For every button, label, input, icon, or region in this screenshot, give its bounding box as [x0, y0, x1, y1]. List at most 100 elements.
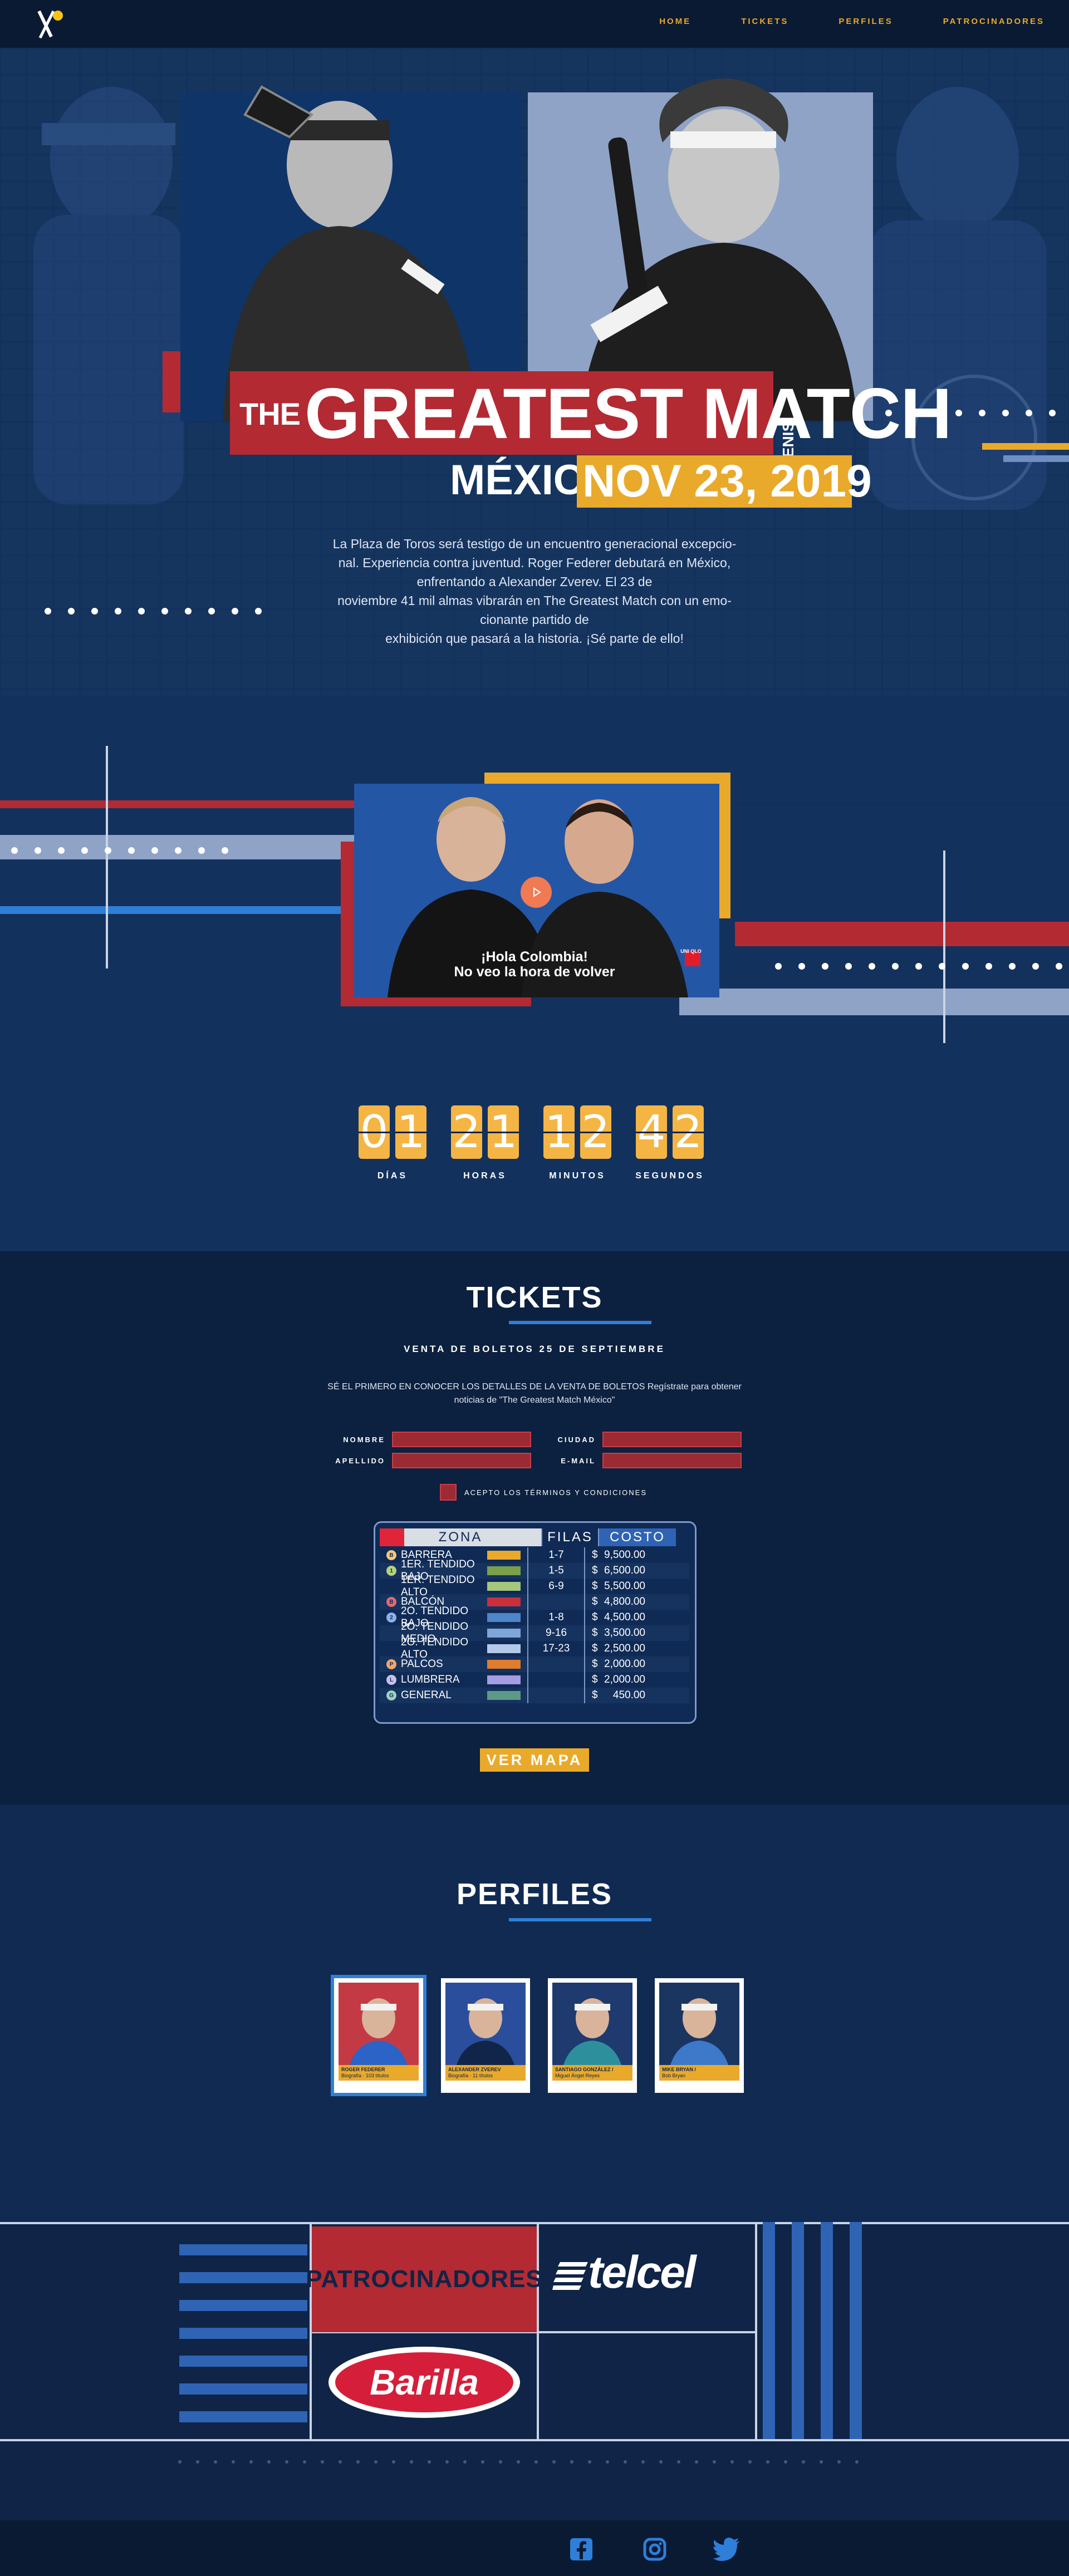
- ciudad-label: CIUDAD: [557, 1435, 596, 1444]
- price-table-content: ZONA FILAS COSTO B BARRERA 1-7 $9,500.00 1 1E…: [380, 1527, 689, 1703]
- profile-sub: Biografía · 103 títulos: [341, 2073, 389, 2078]
- profiles-title: PERFILES: [456, 1877, 613, 1911]
- logo-icon[interactable]: [35, 7, 70, 41]
- zone-filas: 1-8: [527, 1610, 584, 1625]
- zone-dot-icon: 2: [386, 1613, 396, 1623]
- profile-cards: ROGER FEDERER Biografía · 103 títulos ALEX…: [334, 1978, 744, 2093]
- nav-home[interactable]: HOME: [659, 17, 691, 26]
- facebook-icon[interactable]: [569, 2537, 594, 2562]
- video-caption-line1: ¡Hola Colombia!: [481, 949, 588, 965]
- telcel-wordmark: telcel: [588, 2247, 697, 2298]
- zone-name: 2O. TENDIDO ALTO: [401, 1636, 469, 1660]
- field-row-nombre: NOMBRE: [318, 1432, 531, 1447]
- price-row: 1ER. TENDIDO ALTO 6-9 $5,500.00: [380, 1574, 689, 1598]
- profile-card[interactable]: ROGER FEDERER Biografía · 103 títulos: [334, 1978, 423, 2093]
- barilla-wordmark: Barilla: [335, 2352, 513, 2412]
- profile-sub: Bob Bryan: [662, 2073, 686, 2078]
- dots-decoration-mid-left: [11, 847, 228, 854]
- zone-cost: $3,500.00: [584, 1625, 662, 1641]
- zone-dot-icon: L: [386, 1675, 396, 1685]
- play-button[interactable]: [521, 877, 552, 908]
- zone-dot-icon: [386, 1644, 396, 1654]
- profile-photo: ROGER FEDERER Biografía · 103 títulos: [339, 1983, 419, 2081]
- tickets-note: SÉ EL PRIMERO EN CONOCER LOS DETALLES DE…: [301, 1380, 768, 1407]
- currency-symbol: $: [592, 1658, 598, 1670]
- zone-swatch: [487, 1691, 521, 1700]
- field-row-apellido: APELLIDO: [318, 1453, 531, 1468]
- zone-swatch: [487, 1613, 521, 1622]
- profile-card[interactable]: MIKE BRYAN / Bob Bryan: [655, 1978, 744, 2093]
- barilla-logo[interactable]: Barilla: [328, 2347, 520, 2418]
- ver-mapa-button[interactable]: VER MAPA: [480, 1748, 589, 1772]
- nav-perfiles[interactable]: PERFILES: [838, 17, 893, 26]
- terms-label: ACEPTO LOS TÉRMINOS Y CONDICIONES: [464, 1488, 647, 1497]
- countdown-seconds: 4 2 SEGUNDOS: [634, 1105, 706, 1181]
- countdown-digit: 1: [395, 1105, 426, 1159]
- play-icon: [533, 887, 541, 897]
- countdown-digit: 0: [359, 1105, 390, 1159]
- nombre-input[interactable]: [392, 1432, 531, 1447]
- field-row-ciudad: CIUDAD: [529, 1432, 742, 1447]
- countdown-label: SEGUNDOS: [635, 1171, 704, 1181]
- profile-photo: ALEXANDER ZVEREV Biografía · 11 títulos: [445, 1983, 526, 2081]
- cost-value: 2,000.00: [604, 1674, 645, 1685]
- profile-name-band: SANTIAGO GONZÁLEZ / Miguel Ángel Reyes: [552, 2065, 632, 2081]
- instagram-icon[interactable]: [643, 2537, 667, 2562]
- price-row: G GENERAL $450.00: [380, 1688, 689, 1703]
- tickets-note-line2: noticias de "The Greatest Match México": [454, 1395, 615, 1405]
- ciudad-input[interactable]: [602, 1432, 742, 1447]
- footer: [0, 2520, 1069, 2576]
- cost-value: 5,500.00: [604, 1580, 645, 1592]
- cost-value: 3,500.00: [604, 1627, 645, 1639]
- video-caption: ¡Hola Colombia! No veo la hora de volver: [390, 950, 679, 980]
- apellido-input[interactable]: [392, 1453, 531, 1468]
- filas-header: FILAS: [541, 1528, 598, 1546]
- cost-value: 450.00: [612, 1689, 645, 1701]
- zone-cost: $2,000.00: [584, 1656, 662, 1672]
- zone-filas: 9-16: [527, 1625, 584, 1641]
- email-input[interactable]: [602, 1453, 742, 1468]
- event-date: NOV 23, 2019: [582, 456, 872, 507]
- countdown-digit: 2: [580, 1105, 611, 1159]
- countdown-hours: 2 1 HORAS: [449, 1105, 521, 1181]
- zone-filas: [527, 1594, 584, 1610]
- zone-swatch: [487, 1582, 521, 1591]
- profile-card[interactable]: ALEXANDER ZVEREV Biografía · 11 títulos: [441, 1978, 530, 2093]
- profile-sub: Biografía · 11 títulos: [448, 2073, 493, 2078]
- countdown-digit: 2: [451, 1105, 482, 1159]
- profile-name-band: ALEXANDER ZVEREV Biografía · 11 títulos: [445, 2065, 526, 2081]
- price-table-header: ZONA FILAS COSTO: [380, 1527, 689, 1547]
- countdown-digit: 2: [673, 1105, 704, 1159]
- profile-photo: SANTIAGO GONZÁLEZ / Miguel Ángel Reyes: [552, 1983, 632, 2081]
- event-title: THEGREATEST MATCH: [239, 378, 952, 450]
- price-row: P PALCOS $2,000.00: [380, 1656, 689, 1672]
- profile-name: ALEXANDER ZVEREV: [448, 2067, 501, 2072]
- nav-patrocinadores[interactable]: PATROCINADORES: [943, 17, 1045, 26]
- currency-symbol: $: [592, 1580, 598, 1592]
- zone-swatch: [487, 1675, 521, 1684]
- currency-symbol: $: [592, 1596, 598, 1607]
- twitter-icon[interactable]: [713, 2537, 741, 2562]
- zone-dot-icon: P: [386, 1659, 396, 1669]
- zone-filas: [527, 1656, 584, 1672]
- currency-symbol: $: [592, 1611, 598, 1623]
- apellido-label: APELLIDO: [335, 1456, 385, 1465]
- zone-filas: 17-23: [527, 1641, 584, 1656]
- zone-filas: [527, 1688, 584, 1703]
- nav-tickets[interactable]: TICKETS: [741, 17, 788, 26]
- video-caption-line2: No veo la hora de volver: [454, 964, 615, 980]
- tickets-note-line1: SÉ EL PRIMERO EN CONOCER LOS DETALLES DE…: [327, 1382, 742, 1392]
- video-badge: UNI QLO: [680, 948, 702, 954]
- countdown-label: DÍAS: [377, 1171, 408, 1181]
- zone-name: PALCOS: [401, 1658, 443, 1670]
- terms-checkbox[interactable]: [440, 1484, 457, 1501]
- zone-cost: $450.00: [584, 1688, 662, 1703]
- zone-cost: $4,800.00: [584, 1594, 662, 1610]
- zone-cost: $2,000.00: [584, 1672, 662, 1688]
- zona-header-marker: [380, 1528, 404, 1546]
- zone-cost: $4,500.00: [584, 1610, 662, 1625]
- profile-card[interactable]: SANTIAGO GONZÁLEZ / Miguel Ángel Reyes: [548, 1978, 637, 2093]
- zone-dot-icon: B: [386, 1550, 396, 1560]
- zone-name: GENERAL: [401, 1689, 452, 1701]
- intro-line: nal. Experiencia contra juventud. Roger …: [338, 555, 731, 570]
